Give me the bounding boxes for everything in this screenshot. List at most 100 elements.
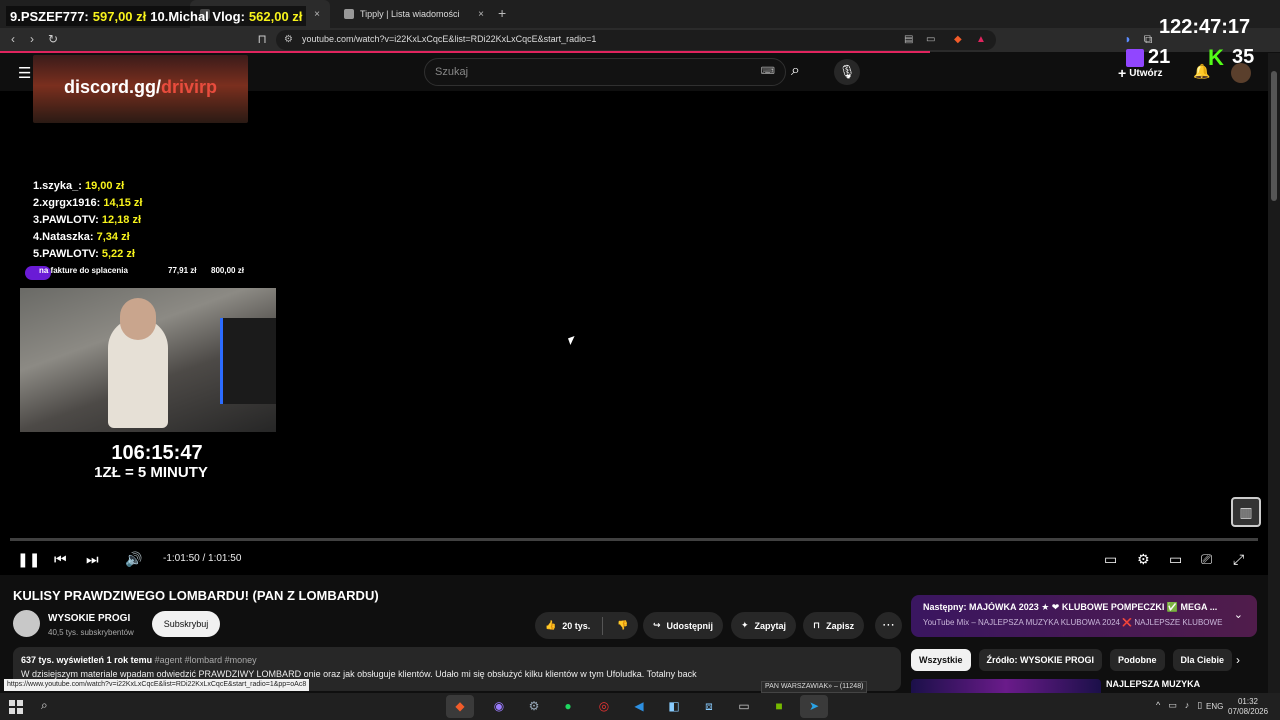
terminal-icon[interactable]: ▭ (730, 695, 758, 718)
extensions-icon[interactable]: ⧉ (1140, 32, 1156, 47)
wallet-icon[interactable]: ◗ (1120, 32, 1136, 46)
donor-name: 1.szyka_: (33, 180, 82, 192)
time-display: -1:01:50 / 1:01:50 (163, 553, 242, 564)
page-scrollbar[interactable] (1268, 53, 1280, 693)
channel-avatar[interactable] (13, 610, 40, 637)
tab-tipply[interactable]: Tipply | Lista wiadomości × (334, 0, 494, 28)
new-tab-icon[interactable]: + (498, 5, 506, 21)
stream-clock: 122:47:17 (1159, 16, 1251, 38)
cast-icon[interactable]: ⎚ (1201, 551, 1212, 568)
windows-start-icon[interactable] (9, 700, 23, 714)
link-preview: https://www.youtube.com/watch?v=i22KxLxC… (4, 679, 310, 691)
chip-similar[interactable]: Podobne (1110, 649, 1165, 671)
taskbar-clock[interactable]: 01:32 07/08/2026 (1228, 697, 1268, 717)
subscribe-button[interactable]: Subskrybuj (152, 611, 220, 637)
share-icon: ↪ (653, 620, 661, 630)
list-item: 5.PAWLOTV: 5,22 zł (33, 246, 142, 263)
previous-icon[interactable]: ⏮ (54, 551, 67, 568)
create-label: Utwórz (1129, 67, 1163, 79)
next-icon[interactable]: ⏭ (86, 551, 99, 568)
kick-viewers: K 35 (1208, 46, 1254, 69)
app-icon[interactable]: ◧ (660, 695, 688, 718)
vscode-icon[interactable]: ◀ (625, 695, 653, 718)
search-icon[interactable]: ⌕ (41, 698, 48, 713)
chevron-up-icon[interactable]: ^ (1156, 700, 1160, 711)
ticker-amount: 597,00 zł (92, 8, 147, 24)
search-icon[interactable]: ⌕ (791, 62, 800, 80)
back-icon[interactable]: ‹ (5, 32, 21, 46)
top-donors-list: 1.szyka_: 19,00 zł 2.xgrgx1916: 14,15 zł… (33, 178, 142, 263)
progress-bar[interactable] (10, 538, 1258, 541)
pause-icon[interactable]: ❚❚ (17, 551, 40, 568)
chevron-right-icon[interactable]: › (1236, 653, 1240, 667)
subscriber-count: 40,5 tys. subskrybentów (48, 628, 134, 637)
url-text: youtube.com/watch?v=i22KxLxCqcE&list=RDi… (302, 34, 597, 44)
language-indicator[interactable]: ENG (1206, 702, 1223, 711)
brave-browser-icon[interactable]: ◆ (446, 695, 474, 718)
obs-icon[interactable]: ◎ (590, 695, 618, 718)
share-button[interactable]: ↪ Udostępnij (643, 612, 724, 639)
video-title: KULISY PRAWDZIWEGO LOMBARDU! (PAN Z LOMB… (13, 588, 379, 603)
url-field[interactable]: ⚙ youtube.com/watch?v=i22KxLxCqcE&list=R… (276, 30, 996, 50)
save-label: Zapisz (826, 620, 855, 631)
recommendation-filters: Wszystkie Źródło: WYSOKIE PROGI Podobne … (911, 649, 1233, 671)
rewards-icon[interactable]: ▲ (976, 34, 986, 45)
stats-icon[interactable]: ▥ (1231, 497, 1261, 527)
menu-icon[interactable]: ☰ (18, 64, 31, 82)
close-icon[interactable]: × (478, 9, 484, 20)
reload-icon[interactable]: ↻ (45, 32, 61, 46)
bookmark-icon[interactable]: ⊓ (254, 32, 270, 46)
spotify-icon[interactable]: ● (554, 695, 582, 718)
settings-gear-icon[interactable]: ⚙ (1137, 551, 1150, 568)
ticker-rank: 10.Michal Vlog: (150, 8, 245, 24)
network-icon[interactable]: ▭ (1168, 700, 1177, 711)
donor-amount: 19,00 zł (85, 180, 125, 192)
hashtags[interactable]: #agent #lombard #money (155, 655, 257, 665)
recommendation-title[interactable]: NAJLEPSZA MUZYKA (1106, 679, 1200, 689)
donor-name: 2.xgrgx1916: (33, 197, 101, 209)
search-input[interactable]: Szukaj ⌨ (424, 58, 786, 86)
battery-icon[interactable]: ▯ (1197, 700, 1202, 711)
recommendation-thumbnail[interactable] (911, 679, 1101, 693)
microphone-icon[interactable]: 🎙 (834, 59, 860, 85)
shields-icon[interactable]: ◆ (954, 34, 962, 45)
site-info-icon[interactable]: ⚙ (284, 34, 293, 45)
donor-amount: 7,34 zł (96, 231, 130, 243)
thumbs-up-icon: 👍 (545, 620, 557, 630)
description-text-rest: onie oraz jak obsługuje klientów. Udało … (303, 669, 697, 679)
chip-all[interactable]: Wszystkie (911, 649, 971, 671)
donor-name: 3.PAWLOTV: (33, 214, 99, 226)
up-next-panel[interactable]: Następny: MAJÓWKA 2023 ★ ❤ KLUBOWE POMPE… (911, 595, 1257, 637)
channel-name[interactable]: WYSOKIE PROGI (48, 613, 130, 624)
translate-icon[interactable]: ▤ (904, 34, 913, 45)
subathon-timer: 106:15:47 (111, 442, 203, 464)
close-icon[interactable]: × (314, 9, 320, 20)
chevron-down-icon[interactable]: ⌄ (1234, 608, 1243, 621)
volume-icon[interactable]: ♪ (1185, 700, 1190, 711)
taskbar-date: 07/08/2026 (1228, 707, 1269, 716)
thumbs-down-icon[interactable]: 👎 (617, 620, 628, 631)
volume-icon[interactable]: 🔊 (125, 551, 142, 568)
share-label: Udostępnij (666, 620, 714, 631)
chip-source[interactable]: Źródło: WYSOKIE PROGI (978, 649, 1103, 671)
scrollbar-thumb[interactable] (1271, 71, 1277, 201)
telegram-icon[interactable]: ➤ (800, 695, 828, 718)
like-button[interactable]: 👍 20 tys. 👎 (535, 612, 639, 639)
subtitles-icon[interactable]: ▭ (1104, 551, 1117, 568)
network-tool-icon[interactable]: ⧈ (695, 695, 723, 718)
discord-icon[interactable]: ◉ (485, 695, 513, 718)
theater-mode-icon[interactable]: ▭ (1169, 551, 1182, 568)
next-label: Następny: (923, 602, 967, 612)
view-count: 637 tys. wyświetleń (21, 655, 105, 665)
chip-for-you[interactable]: Dla Ciebie (1172, 649, 1233, 671)
save-button[interactable]: ⊓ Zapisz (803, 612, 865, 639)
forward-icon[interactable]: › (24, 32, 40, 46)
tab-title: Tipply | Lista wiadomości (360, 9, 460, 19)
steam-icon[interactable]: ⚙ (520, 695, 548, 718)
cast-icon[interactable]: ▭ (926, 34, 935, 45)
ask-button[interactable]: ✦ Zapytaj (731, 612, 797, 639)
fullscreen-icon[interactable]: ⤢ (1233, 551, 1244, 568)
more-options-icon[interactable]: ⋯ (875, 612, 902, 639)
nvidia-icon[interactable]: ■ (765, 695, 793, 718)
keyboard-icon[interactable]: ⌨ (761, 66, 775, 77)
